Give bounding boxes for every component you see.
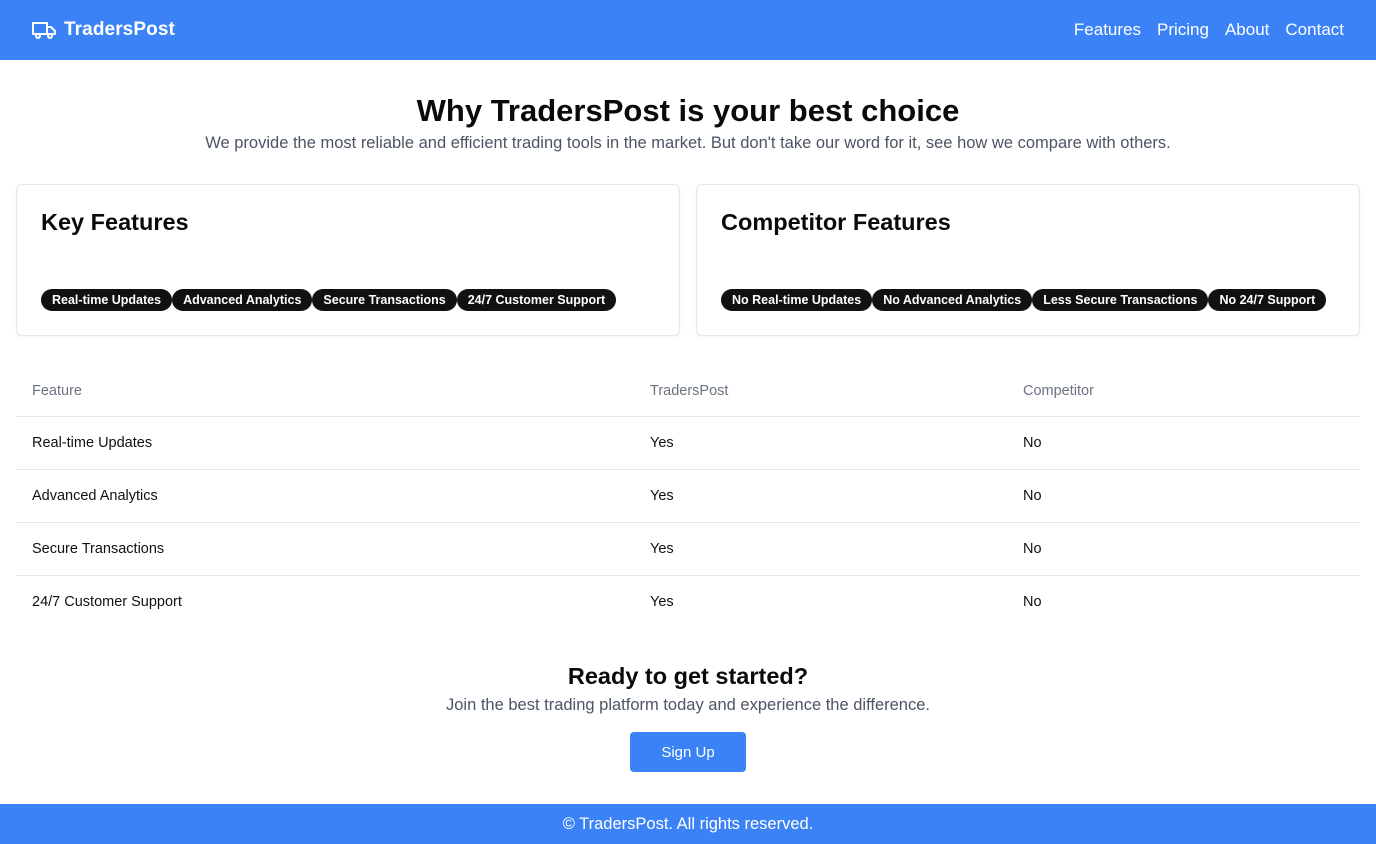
brand-name: TradersPost	[64, 19, 175, 40]
feature-badge: Advanced Analytics	[172, 289, 313, 311]
cta-section: Ready to get started? Join the best trad…	[0, 660, 1376, 772]
competitor-badge: No 24/7 Support	[1208, 289, 1327, 311]
key-features-card: Key Features Real-time Updates Advanced …	[16, 184, 680, 336]
footer: © TradersPost. All rights reserved.	[0, 804, 1376, 844]
competitor-badge: No Real-time Updates	[721, 289, 873, 311]
key-features-title: Key Features	[41, 209, 189, 235]
competitor-badge: No Advanced Analytics	[872, 289, 1033, 311]
competitor-features-title: Competitor Features	[721, 209, 951, 235]
traderspost-cell: Yes	[650, 593, 674, 610]
feature-badge: Secure Transactions	[312, 289, 457, 311]
feature-badge: Real-time Updates	[41, 289, 173, 311]
traderspost-cell: Yes	[634, 469, 1007, 523]
competitor-cell: No	[1023, 593, 1042, 610]
hero-section: Why TradersPost is your best choice We p…	[0, 92, 1376, 154]
competitor-badge: Less Secure Transactions	[1032, 289, 1209, 311]
brand[interactable]: TradersPost	[32, 19, 175, 41]
feature-cell: Advanced Analytics	[16, 469, 634, 523]
feature-badge: 24/7 Customer Support	[456, 289, 617, 311]
feature-cell: Secure Transactions	[16, 522, 634, 576]
comparison-table-wrap: Feature TradersPost Competitor Real-time…	[16, 366, 1360, 628]
table-row: Real-time Updates Yes No	[16, 416, 1360, 470]
truck-icon	[32, 22, 56, 39]
feature-cell: Real-time Updates	[16, 416, 634, 470]
nav-link-contact[interactable]: Contact	[1285, 20, 1344, 40]
header-competitor: Competitor	[1007, 366, 1360, 417]
nav-link-about[interactable]: About	[1225, 20, 1269, 40]
competitor-features-card: Competitor Features No Real-time Updates…	[696, 184, 1360, 336]
header-feature: Feature	[16, 366, 634, 417]
nav-link-features[interactable]: Features	[1074, 20, 1141, 40]
key-features-badges: Real-time Updates Advanced Analytics Sec…	[41, 289, 617, 311]
header-traderspost: TradersPost	[634, 366, 1007, 417]
traderspost-cell: Yes	[634, 416, 1007, 470]
competitor-cell: No	[1007, 469, 1360, 523]
sign-up-button[interactable]: Sign Up	[630, 732, 746, 772]
table-row: Secure Transactions Yes No	[16, 522, 1360, 576]
competitor-cell: No	[1007, 522, 1360, 576]
hero-title: Why TradersPost is your best choice	[416, 93, 960, 128]
top-navbar: TradersPost Features Pricing About Conta…	[0, 0, 1376, 60]
cta-title: Ready to get started?	[567, 663, 809, 689]
feature-cell: 24/7 Customer Support	[32, 593, 182, 610]
table-row: 24/7 Customer Support Yes No	[16, 575, 1360, 628]
footer-text: © TradersPost. All rights reserved.	[562, 815, 814, 833]
traderspost-cell: Yes	[634, 522, 1007, 576]
competitor-cell: No	[1007, 416, 1360, 470]
competitor-features-badges: No Real-time Updates No Advanced Analyti…	[721, 289, 1327, 311]
hero-subtitle: We provide the most reliable and efficie…	[205, 134, 1171, 152]
nav-link-pricing[interactable]: Pricing	[1157, 20, 1209, 40]
comparison-table: Feature TradersPost Competitor Real-time…	[16, 366, 1360, 628]
nav-links: Features Pricing About Contact	[1074, 20, 1344, 40]
table-header-row: Feature TradersPost Competitor	[16, 366, 1360, 417]
table-row: Advanced Analytics Yes No	[16, 469, 1360, 523]
cta-subtitle: Join the best trading platform today and…	[445, 696, 930, 714]
